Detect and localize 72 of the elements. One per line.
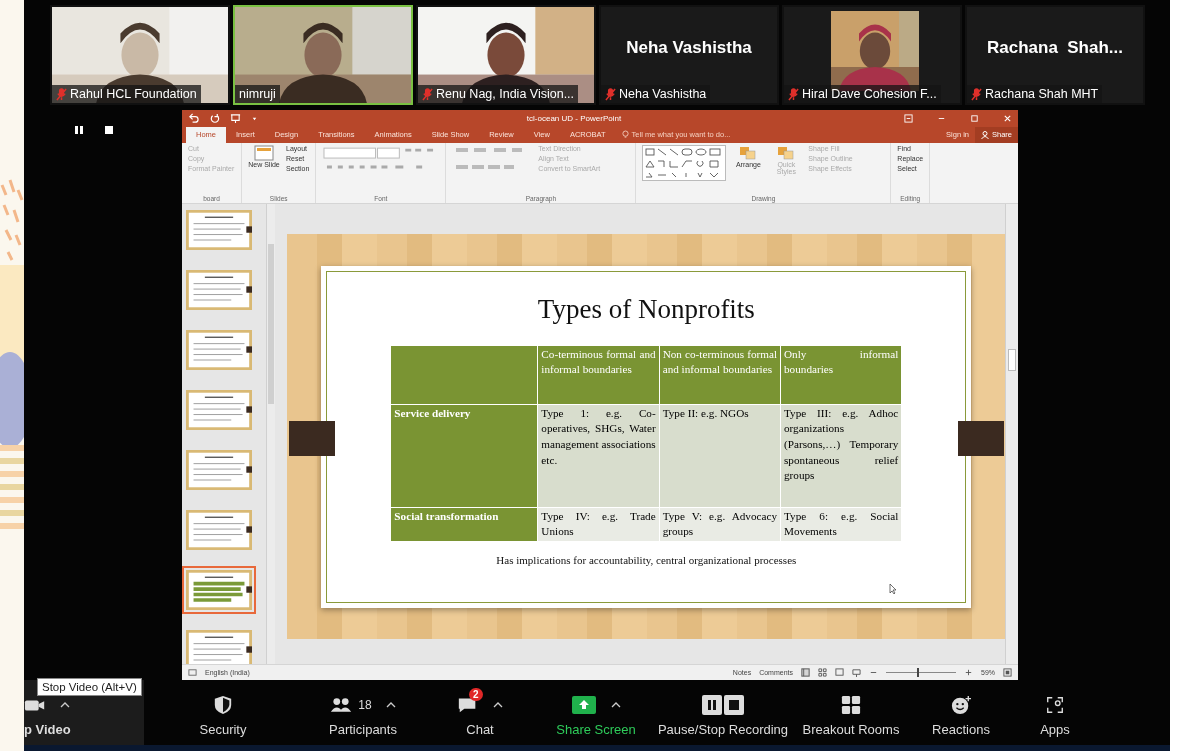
window-title: tcl-ocean UD - PowerPoint [525,113,623,123]
smiley-icon[interactable] [950,695,972,715]
notification-badge: 2 [469,688,483,701]
toolbar-button[interactable]: Security [144,680,302,745]
slide-note: Has implications for accountability, central organizational processes [496,554,797,566]
normal-view-icon[interactable] [801,668,810,678]
participant-name: Hiral Dave Cohesion F... [802,87,937,101]
zoom-in-icon[interactable] [964,668,973,678]
muted-mic-icon [422,87,433,101]
lightbulb-icon [621,130,629,140]
muted-mic-icon [605,87,616,101]
presentation-icon[interactable] [230,112,241,124]
side-tab-shape [289,421,336,457]
participant-name: Renu Nag, India Vision... [436,87,575,101]
toolbar-button[interactable]: Breakout Rooms [790,680,912,745]
participant-display-name: Rachana Shah... [986,38,1123,58]
spelling-icon[interactable] [188,668,197,678]
share-screen-icon[interactable] [571,695,597,715]
cursor-icon [889,582,898,595]
pause-stop-icon[interactable] [701,694,745,716]
shapes-gallery-drawing[interactable] [642,144,727,181]
slideshow-icon[interactable] [852,668,861,678]
muted-mic-icon [788,87,799,101]
stop-icon[interactable] [104,125,114,135]
table-cell: Type 6: e.g. Social Movements [781,507,902,541]
toolbar-button[interactable]: Pause/Stop Recording [656,680,790,745]
muted-mic-icon [971,87,982,101]
caret-icon[interactable] [493,702,503,708]
close-icon[interactable] [1003,113,1012,123]
participant-name: Neha Vashistha [619,87,707,101]
toolbar-button[interactable]: Apps [1010,680,1100,745]
toolbar-button[interactable]: 2 Chat [424,680,536,745]
side-tab-shape [958,421,1005,457]
tooltip: Stop Video (Alt+V) [37,678,142,696]
redo-icon[interactable] [209,112,220,124]
apps-icon[interactable] [1044,695,1066,715]
column-header: Co-terminous formal and informal boundaries [538,345,659,404]
person-icon[interactable] [981,130,989,139]
table-cell: Type V: e.g. Advocacy groups [659,507,780,541]
caret-icon[interactable] [385,702,396,708]
column-header: Only informal boundaries [781,345,902,404]
table-cell: Type II: e.g. NGOs [659,404,780,507]
toolbar-button[interactable]: Share Screen [536,680,656,745]
column-header: Non co-terminous formal and informal boundaries [659,345,780,404]
slide-scrollbar[interactable] [1005,204,1018,665]
toolbar-button[interactable]: 18 Participants [302,680,424,745]
slide-sorter-icon[interactable] [818,668,827,678]
row-header: Social transformation [391,507,538,541]
pause-icon[interactable] [74,125,84,135]
row-header: Service delivery [391,404,538,507]
participant-display-name: Neha Vashistha [626,38,752,58]
participant-name: nimruji [239,87,276,101]
people-icon[interactable] [330,695,353,715]
thumbnail-scrollbar[interactable] [265,204,276,665]
grid-icon[interactable] [840,695,862,715]
undo-icon[interactable] [188,112,199,124]
table-cell: Type IV: e.g. Trade Unions [538,507,659,541]
table-cell: Type 1: e.g. Co-operatives, SHGs, Water management associations etc. [538,404,659,507]
slide-thumbnail[interactable] [182,566,256,615]
reading-view-icon[interactable] [835,668,844,678]
fit-slide-icon[interactable] [1003,668,1012,678]
shield-icon[interactable] [212,695,234,715]
maximize-icon[interactable] [970,113,979,123]
participant-name: Rahul HCL Foundation [70,87,197,101]
table-cell: Type III: e.g. Adhoc organizations (Parsons,…) Temporary spontaneous relief groups [781,404,902,507]
caret-icon[interactable] [60,702,70,708]
ribbon-options-icon[interactable] [904,113,913,123]
participant-name: Rachana Shah MHT [985,87,1099,101]
slide-title: Types of Nonprofits [537,293,755,325]
caret-icon[interactable] [611,702,621,708]
muted-mic-icon [56,87,67,101]
toolbar-button[interactable]: Reactions [912,680,1010,745]
